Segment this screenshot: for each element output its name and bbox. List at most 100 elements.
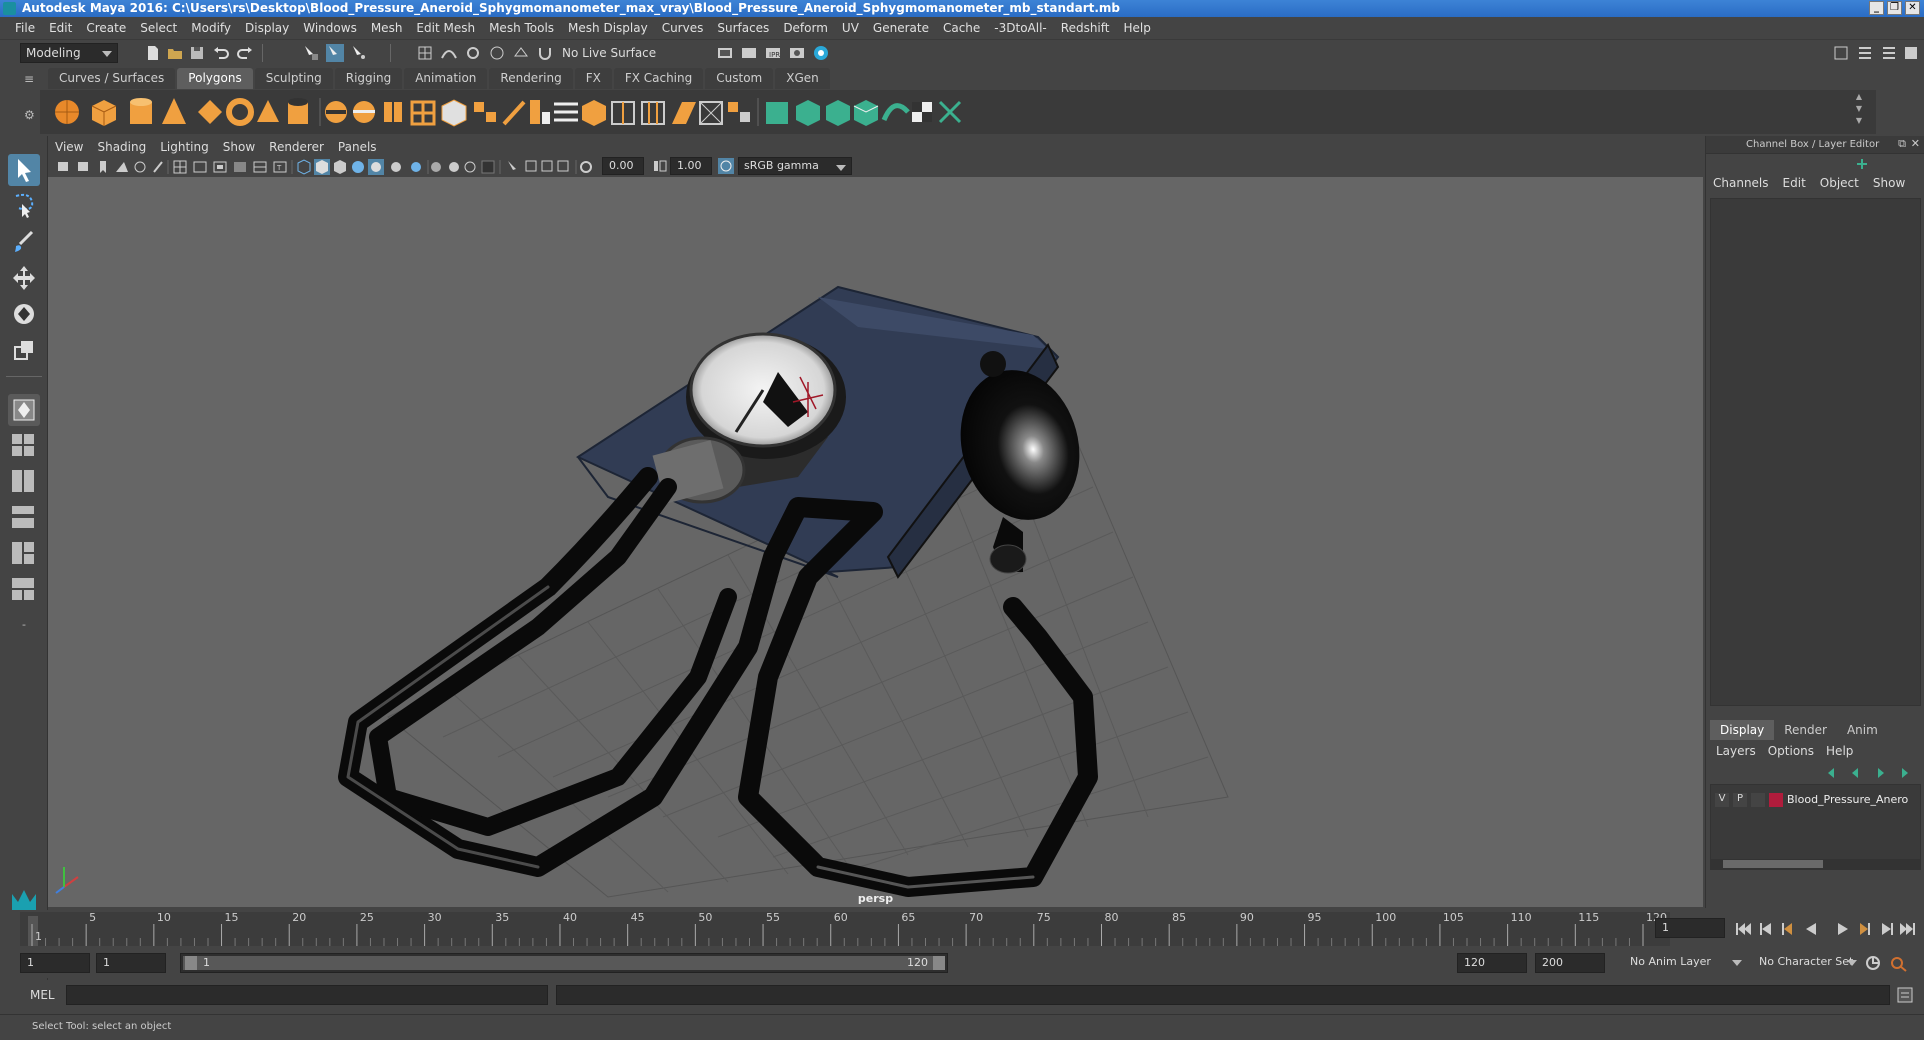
- paint-select-tool-button[interactable]: [8, 226, 40, 258]
- offset-edge-loop-icon[interactable]: [641, 101, 665, 125]
- backface-culling-icon[interactable]: [557, 160, 569, 172]
- magnet-icon[interactable]: [536, 44, 554, 62]
- unfold-icon[interactable]: [938, 100, 962, 124]
- step-back-key-icon[interactable]: [1760, 923, 1771, 935]
- lasso-tool-button[interactable]: [8, 190, 40, 222]
- xray-icon[interactable]: [508, 161, 516, 170]
- target-weld-icon[interactable]: [699, 101, 723, 125]
- separate-icon[interactable]: [353, 101, 375, 123]
- new-scene-icon[interactable]: [144, 44, 162, 62]
- character-set-dropdown[interactable]: No Character Set: [1754, 953, 1862, 973]
- poly-cube-icon[interactable]: [91, 100, 117, 126]
- tab-render[interactable]: Render: [1774, 720, 1837, 740]
- bridge-icon[interactable]: [554, 102, 578, 122]
- step-back-frame-icon[interactable]: [1782, 923, 1792, 935]
- exposure-icon[interactable]: [580, 161, 592, 173]
- go-to-end-icon[interactable]: [1900, 923, 1915, 935]
- planar-map-icon[interactable]: [796, 100, 820, 126]
- depth-of-field-icon[interactable]: [464, 161, 476, 173]
- restore-button[interactable]: ❐: [1887, 1, 1902, 15]
- viewport-menu-renderer[interactable]: Renderer: [262, 140, 331, 154]
- merge-icon[interactable]: [728, 102, 750, 122]
- menu-edit-mesh[interactable]: Edit Mesh: [409, 21, 482, 35]
- tool-settings-icon[interactable]: [1880, 44, 1898, 62]
- menu-cache[interactable]: Cache: [936, 21, 987, 35]
- channels-menu[interactable]: Channels: [1706, 176, 1776, 190]
- poly-sphere-icon[interactable]: [55, 100, 79, 124]
- camera-select-icon[interactable]: [58, 162, 68, 171]
- menu-help[interactable]: Help: [1116, 21, 1157, 35]
- persp-graph-layout-button[interactable]: [8, 538, 40, 568]
- tab-rigging[interactable]: Rigging: [334, 68, 403, 89]
- menu-display[interactable]: Display: [238, 21, 296, 35]
- tab-display[interactable]: Display: [1710, 720, 1775, 740]
- layer-help-menu[interactable]: Help: [1820, 744, 1859, 758]
- layer-visibility-toggle[interactable]: V: [1715, 793, 1729, 807]
- combine-icon[interactable]: [325, 101, 347, 123]
- command-language-label[interactable]: MEL: [30, 988, 55, 1002]
- layers-menu[interactable]: Layers: [1710, 744, 1762, 758]
- tab-fx-caching[interactable]: FX Caching: [613, 68, 704, 89]
- safe-action-icon[interactable]: T: [273, 161, 287, 173]
- redo-icon[interactable]: [236, 44, 254, 62]
- channel-object-menu[interactable]: Object: [1813, 176, 1866, 190]
- render-settings-icon[interactable]: [788, 44, 806, 62]
- poly-pipe-icon[interactable]: [288, 98, 308, 124]
- select-tool-button[interactable]: [8, 154, 40, 186]
- channel-show-menu[interactable]: Show: [1866, 176, 1912, 190]
- auto-map-icon[interactable]: [881, 103, 910, 122]
- single-perspective-layout-button[interactable]: [8, 394, 40, 426]
- play-backwards-icon[interactable]: [1806, 923, 1816, 935]
- attribute-editor-icon[interactable]: [1856, 44, 1874, 62]
- motion-blur-icon[interactable]: [431, 162, 441, 172]
- tab-polygons[interactable]: Polygons: [177, 68, 253, 89]
- select-by-hierarchy-icon[interactable]: [302, 44, 320, 62]
- snap-view-plane-icon[interactable]: [488, 44, 506, 62]
- layer-display-type-toggle[interactable]: [1751, 793, 1765, 807]
- layer-playback-toggle[interactable]: P: [1733, 793, 1747, 807]
- animation-start-field[interactable]: 1: [20, 953, 90, 973]
- range-end-handle[interactable]: [933, 956, 945, 970]
- tab-custom[interactable]: Custom: [705, 68, 774, 89]
- menu-edit[interactable]: Edit: [42, 21, 79, 35]
- step-forward-key-icon[interactable]: [1882, 923, 1893, 935]
- layer-color-swatch[interactable]: [1769, 793, 1783, 807]
- tab-sculpting[interactable]: Sculpting: [254, 68, 333, 89]
- menu-deform[interactable]: Deform: [776, 21, 835, 35]
- perspective-viewport[interactable]: persp: [48, 177, 1703, 907]
- move-layer-down-icon[interactable]: [1852, 768, 1858, 778]
- channel-edit-menu[interactable]: Edit: [1776, 176, 1813, 190]
- smooth-icon[interactable]: [410, 100, 436, 126]
- animation-end-field[interactable]: 200: [1535, 953, 1605, 973]
- snap-point-icon[interactable]: [464, 44, 482, 62]
- poly-pyramid-icon[interactable]: [257, 100, 279, 122]
- viewport-menu-lighting[interactable]: Lighting: [153, 140, 216, 154]
- film-gate-icon[interactable]: [193, 161, 207, 173]
- menu-uv[interactable]: UV: [835, 21, 866, 35]
- textured-icon[interactable]: [352, 161, 364, 173]
- range-slider[interactable]: 1 120: [180, 953, 948, 973]
- command-input[interactable]: [66, 985, 548, 1005]
- menu-mesh-tools[interactable]: Mesh Tools: [482, 21, 561, 35]
- multi-cut-icon[interactable]: [502, 100, 526, 126]
- menu-file[interactable]: File: [8, 21, 42, 35]
- tab-rendering[interactable]: Rendering: [489, 68, 573, 89]
- shelf-expand-icon[interactable]: ▼: [1856, 116, 1862, 125]
- open-scene-icon[interactable]: [166, 44, 184, 62]
- cylindrical-map-icon[interactable]: [826, 100, 850, 126]
- side-by-side-layout-button[interactable]: [8, 466, 40, 496]
- uv-editor-icon[interactable]: [766, 102, 788, 124]
- move-tool-button[interactable]: [8, 262, 40, 294]
- rotate-tool-button[interactable]: [8, 298, 40, 330]
- four-view-layout-button[interactable]: [8, 430, 40, 460]
- move-layer-up-icon[interactable]: [1828, 768, 1834, 778]
- tab-fx[interactable]: FX: [574, 68, 612, 89]
- gamma-field[interactable]: 1.00: [670, 157, 712, 175]
- close-button[interactable]: ✕: [1905, 1, 1920, 15]
- save-scene-icon[interactable]: [188, 44, 206, 62]
- grid-toggle-icon[interactable]: [173, 160, 187, 174]
- color-management-icon[interactable]: [718, 158, 734, 174]
- poly-plane-icon[interactable]: [198, 100, 222, 124]
- playback-end-field[interactable]: 120: [1457, 953, 1527, 973]
- shelf-scroll-up-icon[interactable]: ▲: [1856, 92, 1862, 101]
